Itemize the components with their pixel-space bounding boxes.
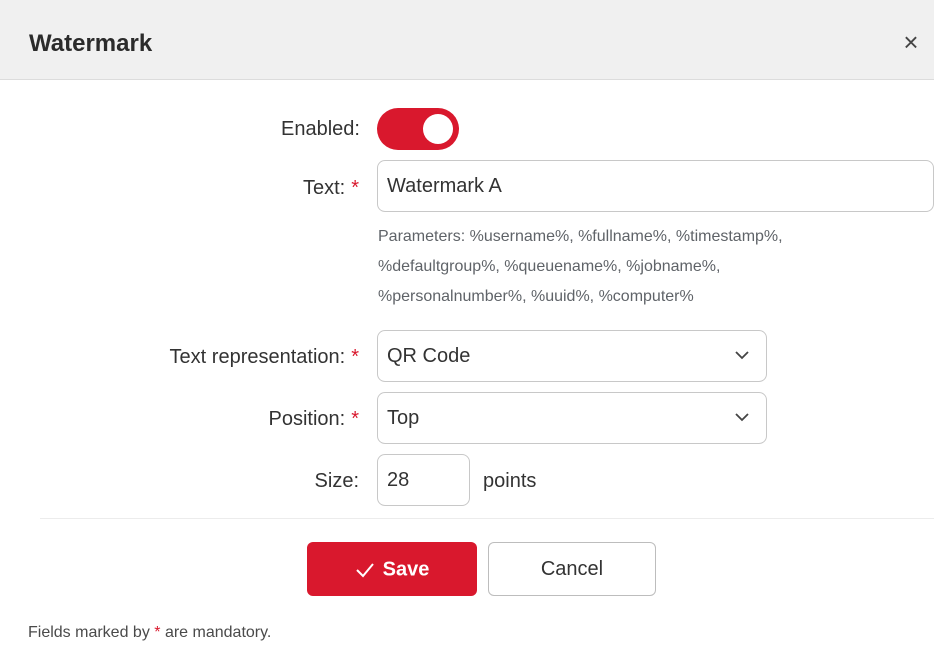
required-mark: * bbox=[351, 408, 359, 430]
enabled-toggle[interactable] bbox=[377, 108, 459, 150]
toggle-knob bbox=[423, 114, 453, 144]
note-text: Fields marked by bbox=[28, 624, 155, 641]
position-select[interactable]: Top bbox=[377, 392, 767, 444]
close-button[interactable]: × bbox=[896, 27, 926, 57]
dialog-title: Watermark bbox=[29, 30, 153, 57]
text-representation-label-text: Text representation: bbox=[169, 346, 346, 368]
required-mark: * bbox=[351, 346, 359, 368]
position-label: Position: * bbox=[268, 405, 359, 433]
text-representation-value: QR Code bbox=[387, 345, 471, 367]
text-label: Text: * bbox=[303, 174, 359, 202]
size-input[interactable]: 28 bbox=[377, 454, 470, 506]
help-line: %defaultgroup%, %queuename%, %jobname%, bbox=[378, 258, 721, 275]
enabled-label: Enabled: bbox=[281, 115, 360, 143]
cancel-button[interactable]: Cancel bbox=[488, 542, 656, 596]
required-mark: * bbox=[351, 177, 359, 199]
parameters-help: Parameters: %username%, %fullname%, %tim… bbox=[378, 222, 928, 312]
help-line: %personalnumber%, %uuid%, %computer% bbox=[378, 288, 694, 305]
save-button[interactable]: Save bbox=[307, 542, 477, 596]
note-text: are mandatory. bbox=[160, 624, 272, 641]
size-label-text: Size: bbox=[314, 470, 359, 492]
size-label: Size: bbox=[315, 467, 359, 495]
text-representation-label: Text representation: * bbox=[170, 343, 359, 371]
check-icon bbox=[355, 562, 375, 578]
chevron-down-icon bbox=[732, 393, 752, 443]
chevron-down-icon bbox=[732, 331, 752, 381]
enabled-label-text: Enabled: bbox=[281, 118, 360, 140]
text-representation-select[interactable]: QR Code bbox=[377, 330, 767, 382]
divider bbox=[40, 518, 934, 519]
text-label-text: Text: bbox=[302, 177, 346, 199]
position-label-text: Position: bbox=[268, 408, 346, 430]
save-button-label: Save bbox=[382, 558, 430, 581]
size-unit-label: points bbox=[483, 470, 537, 492]
dialog-header: Watermark × bbox=[0, 0, 934, 80]
close-icon: × bbox=[903, 27, 919, 57]
mandatory-fields-note: Fields marked by * are mandatory. bbox=[28, 622, 271, 644]
help-line: Parameters: %username%, %fullname%, %tim… bbox=[378, 228, 783, 245]
text-input[interactable]: Watermark A bbox=[377, 160, 934, 212]
position-value: Top bbox=[387, 407, 420, 429]
